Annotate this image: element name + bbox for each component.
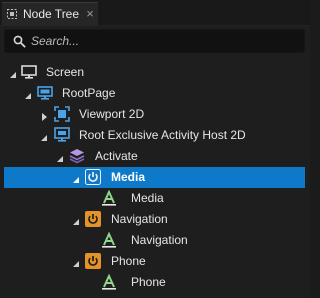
- screen-icon: [21, 64, 37, 80]
- node-label: Media: [131, 191, 164, 205]
- tree-row-media-activity[interactable]: Media: [4, 167, 305, 188]
- expand-arrow-icon[interactable]: [24, 89, 32, 99]
- node-label: Screen: [46, 65, 85, 79]
- tree-row-media-text[interactable]: Media: [4, 188, 305, 209]
- expand-arrow-icon[interactable]: [56, 152, 64, 162]
- close-icon[interactable]: ×: [84, 7, 96, 20]
- node-label: Activate: [95, 149, 138, 163]
- tree-row-screen[interactable]: Screen: [4, 62, 305, 83]
- node-label: Root Exclusive Activity Host 2D: [79, 128, 246, 142]
- node-label: Phone: [131, 275, 166, 289]
- tab-grip-icon[interactable]: [7, 9, 18, 20]
- expand-arrow-icon[interactable]: [40, 131, 48, 141]
- node-label: Media: [111, 170, 146, 184]
- tree-row-navigation-activity[interactable]: Navigation: [4, 209, 305, 230]
- tab-strip: Node Tree ×: [0, 0, 310, 26]
- text-block-icon: [101, 273, 117, 290]
- tree-row-viewport-2d[interactable]: Viewport 2D: [4, 104, 305, 125]
- node-tree-panel: Node Tree × Screen: [0, 0, 310, 298]
- collapse-arrow-icon[interactable]: [40, 110, 48, 121]
- tree-row-rootpage[interactable]: RootPage: [4, 83, 305, 104]
- node-label: Navigation: [111, 212, 168, 226]
- page-icon: [37, 85, 53, 101]
- power-activity-icon: [85, 211, 101, 227]
- expand-arrow-icon[interactable]: [72, 257, 80, 267]
- activity-host-icon: [54, 127, 70, 143]
- search-box[interactable]: [4, 29, 305, 53]
- node-label: Viewport 2D: [79, 107, 145, 121]
- viewport-icon: [54, 106, 70, 122]
- tree-row-phone-activity[interactable]: Phone: [4, 251, 305, 272]
- expand-arrow-icon[interactable]: [72, 215, 80, 225]
- node-label: RootPage: [62, 86, 116, 100]
- tree-row-phone-text[interactable]: Phone: [4, 272, 305, 293]
- tab-node-tree[interactable]: Node Tree ×: [2, 2, 98, 26]
- node-label: Phone: [111, 254, 146, 268]
- expand-arrow-icon[interactable]: [9, 68, 17, 78]
- search-input[interactable]: [31, 32, 299, 50]
- text-block-icon: [101, 189, 117, 206]
- expand-arrow-icon[interactable]: [72, 173, 80, 183]
- tree-row-activate[interactable]: Activate: [4, 146, 305, 167]
- node-label: Navigation: [131, 233, 188, 247]
- search-icon: [13, 35, 26, 48]
- power-activity-icon: [85, 169, 101, 185]
- text-block-icon: [101, 231, 117, 248]
- tab-title: Node Tree: [23, 7, 80, 21]
- tree-row-navigation-text[interactable]: Navigation: [4, 230, 305, 251]
- power-activity-icon: [85, 253, 101, 269]
- tree-row-root-exclusive-activity-host-2d[interactable]: Root Exclusive Activity Host 2D: [4, 125, 305, 146]
- state-layers-icon: [69, 148, 85, 164]
